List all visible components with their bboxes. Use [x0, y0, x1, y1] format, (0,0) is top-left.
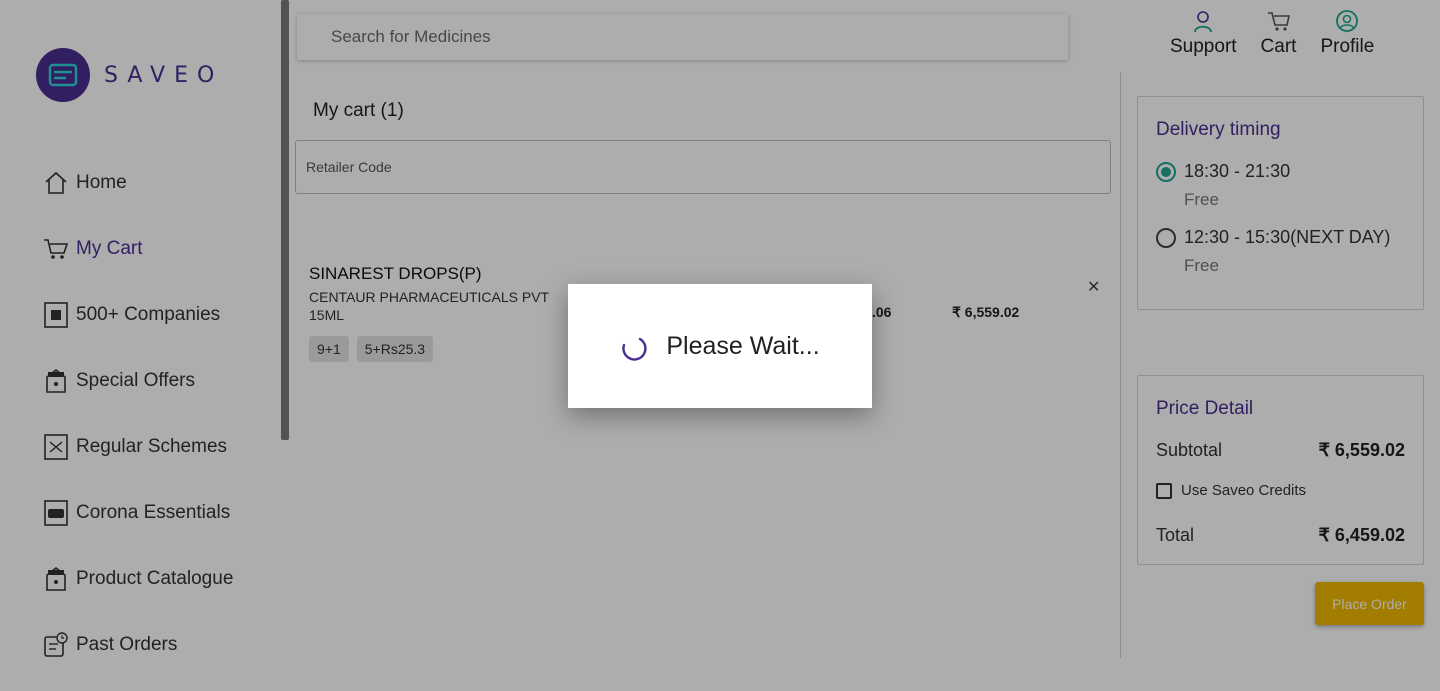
loading-dialog: Please Wait...: [568, 284, 872, 408]
loading-spinner-icon: [622, 337, 647, 361]
loading-message: Please Wait...: [666, 331, 820, 360]
